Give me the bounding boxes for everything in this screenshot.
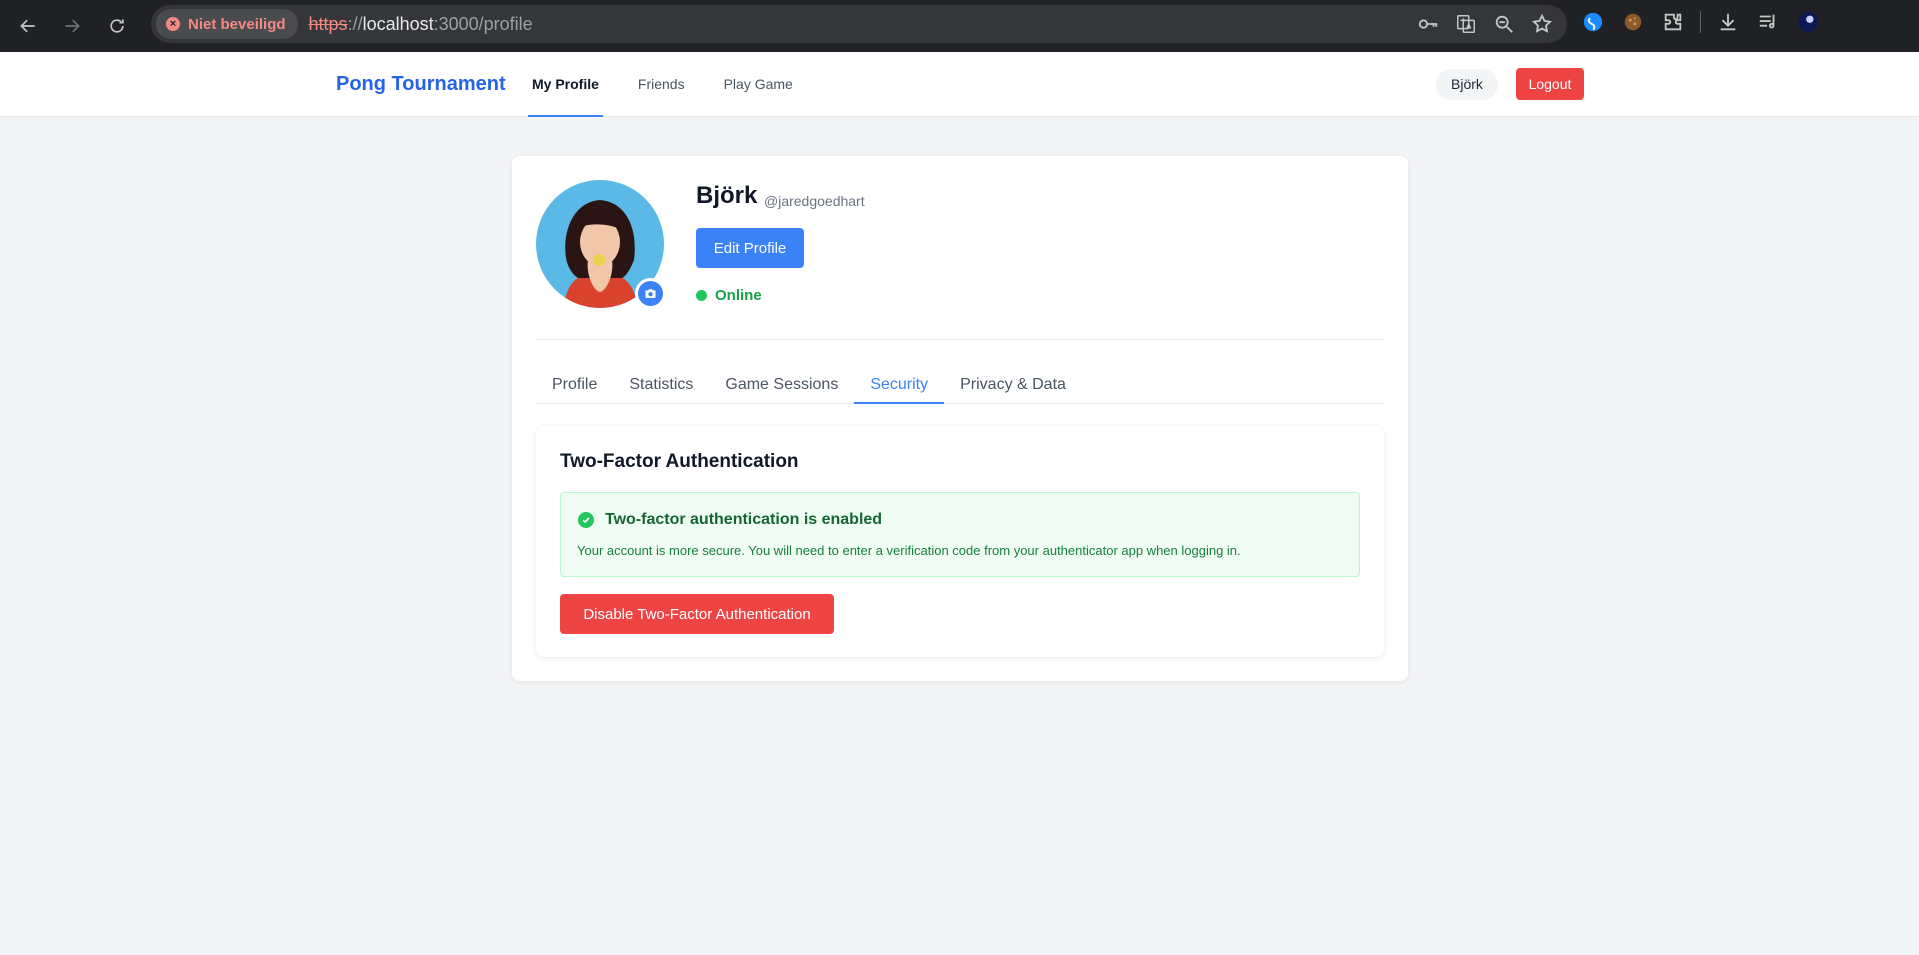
- browser-toolbar: × Niet beveiligd https://localhost:3000/…: [0, 0, 1919, 52]
- status-dot-icon: [696, 290, 707, 301]
- media-queue-icon: [1759, 14, 1775, 29]
- cookie-extension-icon[interactable]: [1620, 9, 1646, 35]
- username: @jaredgoedhart: [764, 193, 865, 209]
- security-panel: Two-Factor Authentication Two-factor aut…: [536, 426, 1384, 657]
- app-header: Pong Tournament My Profile Friends Play …: [0, 52, 1919, 117]
- url-host: localhost: [362, 13, 434, 34]
- alert-description: Your account is more secure. You will ne…: [577, 543, 1241, 558]
- camera-icon: [645, 289, 656, 298]
- status-text: Online: [715, 287, 762, 304]
- two-factor-title: Two-Factor Authentication: [560, 451, 799, 472]
- key-icon[interactable]: [1417, 13, 1439, 35]
- media-control-button[interactable]: [1755, 9, 1781, 35]
- tab-security[interactable]: Security: [854, 374, 945, 404]
- nav-my-profile[interactable]: My Profile: [528, 52, 603, 117]
- not-secure-icon: ×: [166, 17, 180, 31]
- back-button[interactable]: [6, 4, 50, 48]
- arrow-left-icon: [20, 19, 35, 33]
- avatar-container: [536, 180, 666, 309]
- disable-two-factor-button[interactable]: Disable Two-Factor Authentication: [560, 594, 834, 634]
- logout-button[interactable]: Logout: [1516, 68, 1584, 100]
- divider: [536, 339, 1384, 340]
- change-avatar-button[interactable]: [635, 278, 666, 309]
- shazam-extension-icon[interactable]: [1580, 9, 1606, 35]
- edit-profile-button[interactable]: Edit Profile: [696, 228, 804, 268]
- security-chip[interactable]: × Niet beveiligd: [156, 9, 298, 39]
- tab-game-sessions[interactable]: Game Sessions: [709, 374, 854, 404]
- address-bar[interactable]: × Niet beveiligd https://localhost:3000/…: [151, 5, 1567, 43]
- display-name: Björk: [696, 182, 758, 209]
- download-button[interactable]: [1715, 9, 1741, 35]
- tab-privacy-data[interactable]: Privacy & Data: [944, 374, 1082, 404]
- url-separator: ://: [347, 13, 363, 34]
- nav-play-game[interactable]: Play Game: [720, 52, 797, 117]
- check-circle-icon: [578, 512, 594, 528]
- browser-profile-icon: [1797, 11, 1819, 33]
- tab-statistics[interactable]: Statistics: [613, 374, 709, 404]
- bookmark-star-icon[interactable]: [1531, 13, 1553, 35]
- security-chip-label: Niet beveiligd: [188, 15, 286, 33]
- extensions-puzzle-icon[interactable]: [1660, 9, 1686, 35]
- profile-avatar-button[interactable]: [1795, 9, 1821, 35]
- brand-logo[interactable]: Pong Tournament: [336, 73, 506, 96]
- toolbar-separator: [1700, 11, 1701, 33]
- user-badge[interactable]: Björk: [1436, 69, 1498, 100]
- translate-icon[interactable]: [1455, 13, 1477, 35]
- main-nav: My Profile Friends Play Game: [528, 52, 828, 117]
- reload-button[interactable]: [95, 4, 139, 48]
- forward-button[interactable]: [50, 4, 94, 48]
- download-icon: [1720, 13, 1736, 31]
- arrow-right-icon: [65, 19, 80, 33]
- url-text[interactable]: https://localhost:3000/profile: [309, 14, 533, 35]
- url-path: :3000/profile: [433, 13, 533, 34]
- profile-card: Björk @jaredgoedhart Edit Profile Online…: [512, 156, 1408, 681]
- nav-friends[interactable]: Friends: [634, 52, 689, 117]
- reload-icon: [110, 19, 124, 33]
- url-scheme: https: [308, 13, 348, 34]
- online-status: Online: [696, 287, 762, 304]
- profile-tabs: Profile Statistics Game Sessions Securit…: [536, 374, 1384, 404]
- tab-profile[interactable]: Profile: [536, 374, 613, 404]
- zoom-icon[interactable]: [1493, 13, 1515, 35]
- alert-title: Two-factor authentication is enabled: [605, 511, 883, 528]
- two-factor-enabled-alert: Two-factor authentication is enabled You…: [560, 492, 1360, 577]
